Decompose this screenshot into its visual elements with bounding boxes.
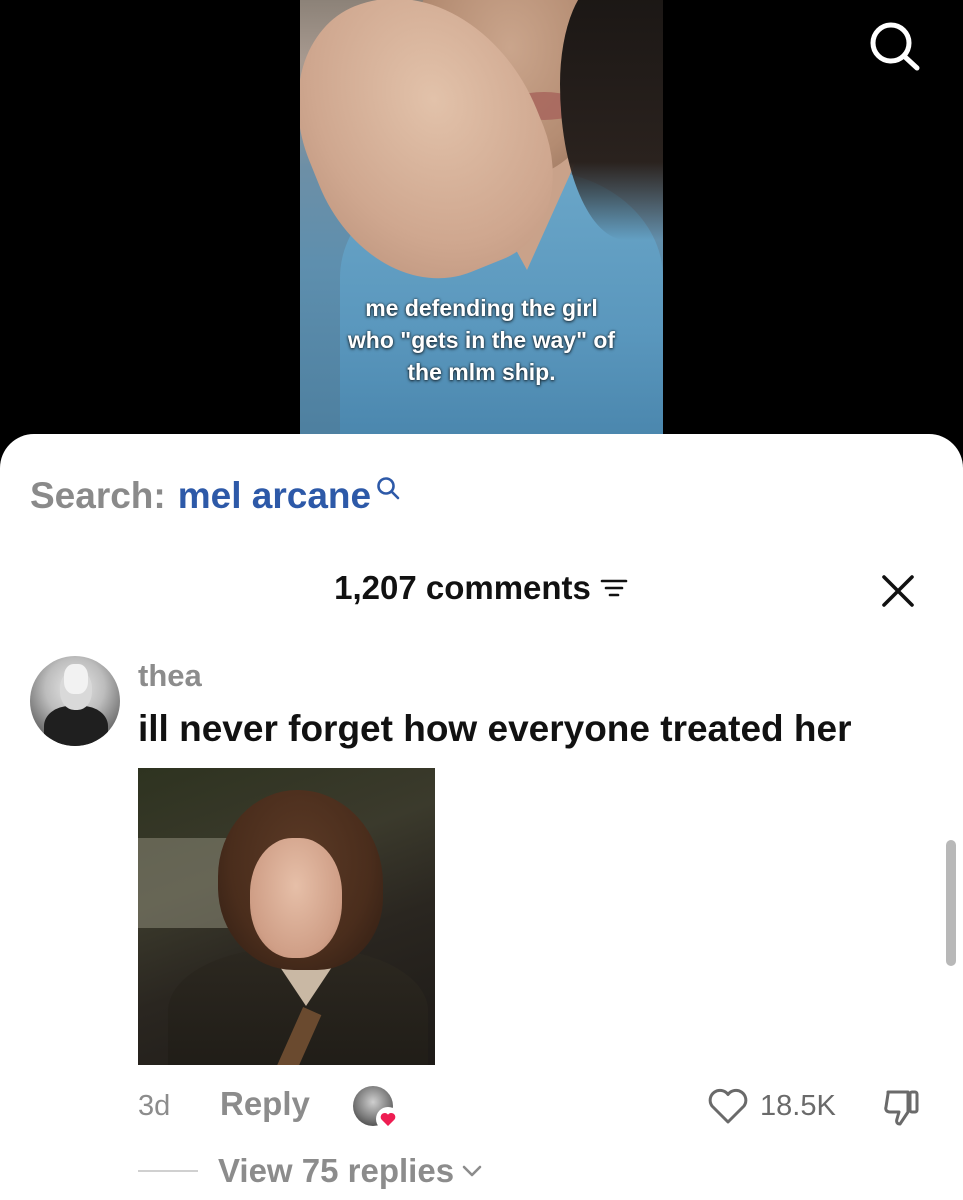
avatar-figure-hand: [64, 664, 88, 694]
search-icon: [377, 477, 400, 500]
video-caption-line: the mlm ship.: [407, 359, 556, 385]
comment-timestamp: 3d: [138, 1090, 171, 1122]
like-button[interactable]: 18.5K: [706, 1086, 836, 1126]
comment-text: ill never forget how everyone treated he…: [138, 708, 852, 749]
like-count: 18.5K: [760, 1089, 836, 1122]
creator-liked-badge: [353, 1086, 401, 1132]
search-suggestion-prefix: Search:: [30, 475, 166, 516]
avatar-figure-body: [44, 706, 108, 746]
sort-filter-icon[interactable]: [599, 576, 629, 600]
replies-divider: [138, 1170, 198, 1172]
reply-button[interactable]: Reply: [220, 1085, 310, 1123]
video-caption-line: who "gets in the way" of: [347, 327, 616, 353]
heart-outline-icon[interactable]: [706, 1086, 750, 1126]
search-suggestion[interactable]: Search: mel arcane: [30, 474, 401, 518]
video-caption: me defending the girl who "gets in the w…: [300, 292, 663, 388]
video-caption-line: me defending the girl: [365, 295, 598, 321]
thumbs-down-icon[interactable]: [880, 1086, 924, 1130]
view-replies-label: View 75 replies: [218, 1152, 455, 1189]
comments-count: 1,207 comments: [334, 569, 591, 606]
avatar[interactable]: [30, 656, 120, 746]
search-icon[interactable]: [864, 18, 924, 74]
comments-sheet: Search: mel arcane 1,207 comments thea i…: [0, 434, 963, 1200]
scrollbar-thumb[interactable]: [946, 840, 956, 966]
comment-image-face: [250, 838, 342, 958]
comment-username[interactable]: thea: [138, 658, 202, 694]
chevron-down-icon: [462, 1165, 482, 1177]
video-player[interactable]: me defending the girl who "gets in the w…: [0, 0, 963, 460]
close-icon[interactable]: [878, 571, 918, 611]
comment-image[interactable]: [138, 768, 435, 1065]
comments-header: 1,207 comments: [0, 566, 963, 610]
view-replies-button[interactable]: View 75 replies: [218, 1152, 484, 1190]
search-suggestion-query[interactable]: mel arcane: [178, 475, 371, 517]
heart-icon: [376, 1107, 400, 1131]
